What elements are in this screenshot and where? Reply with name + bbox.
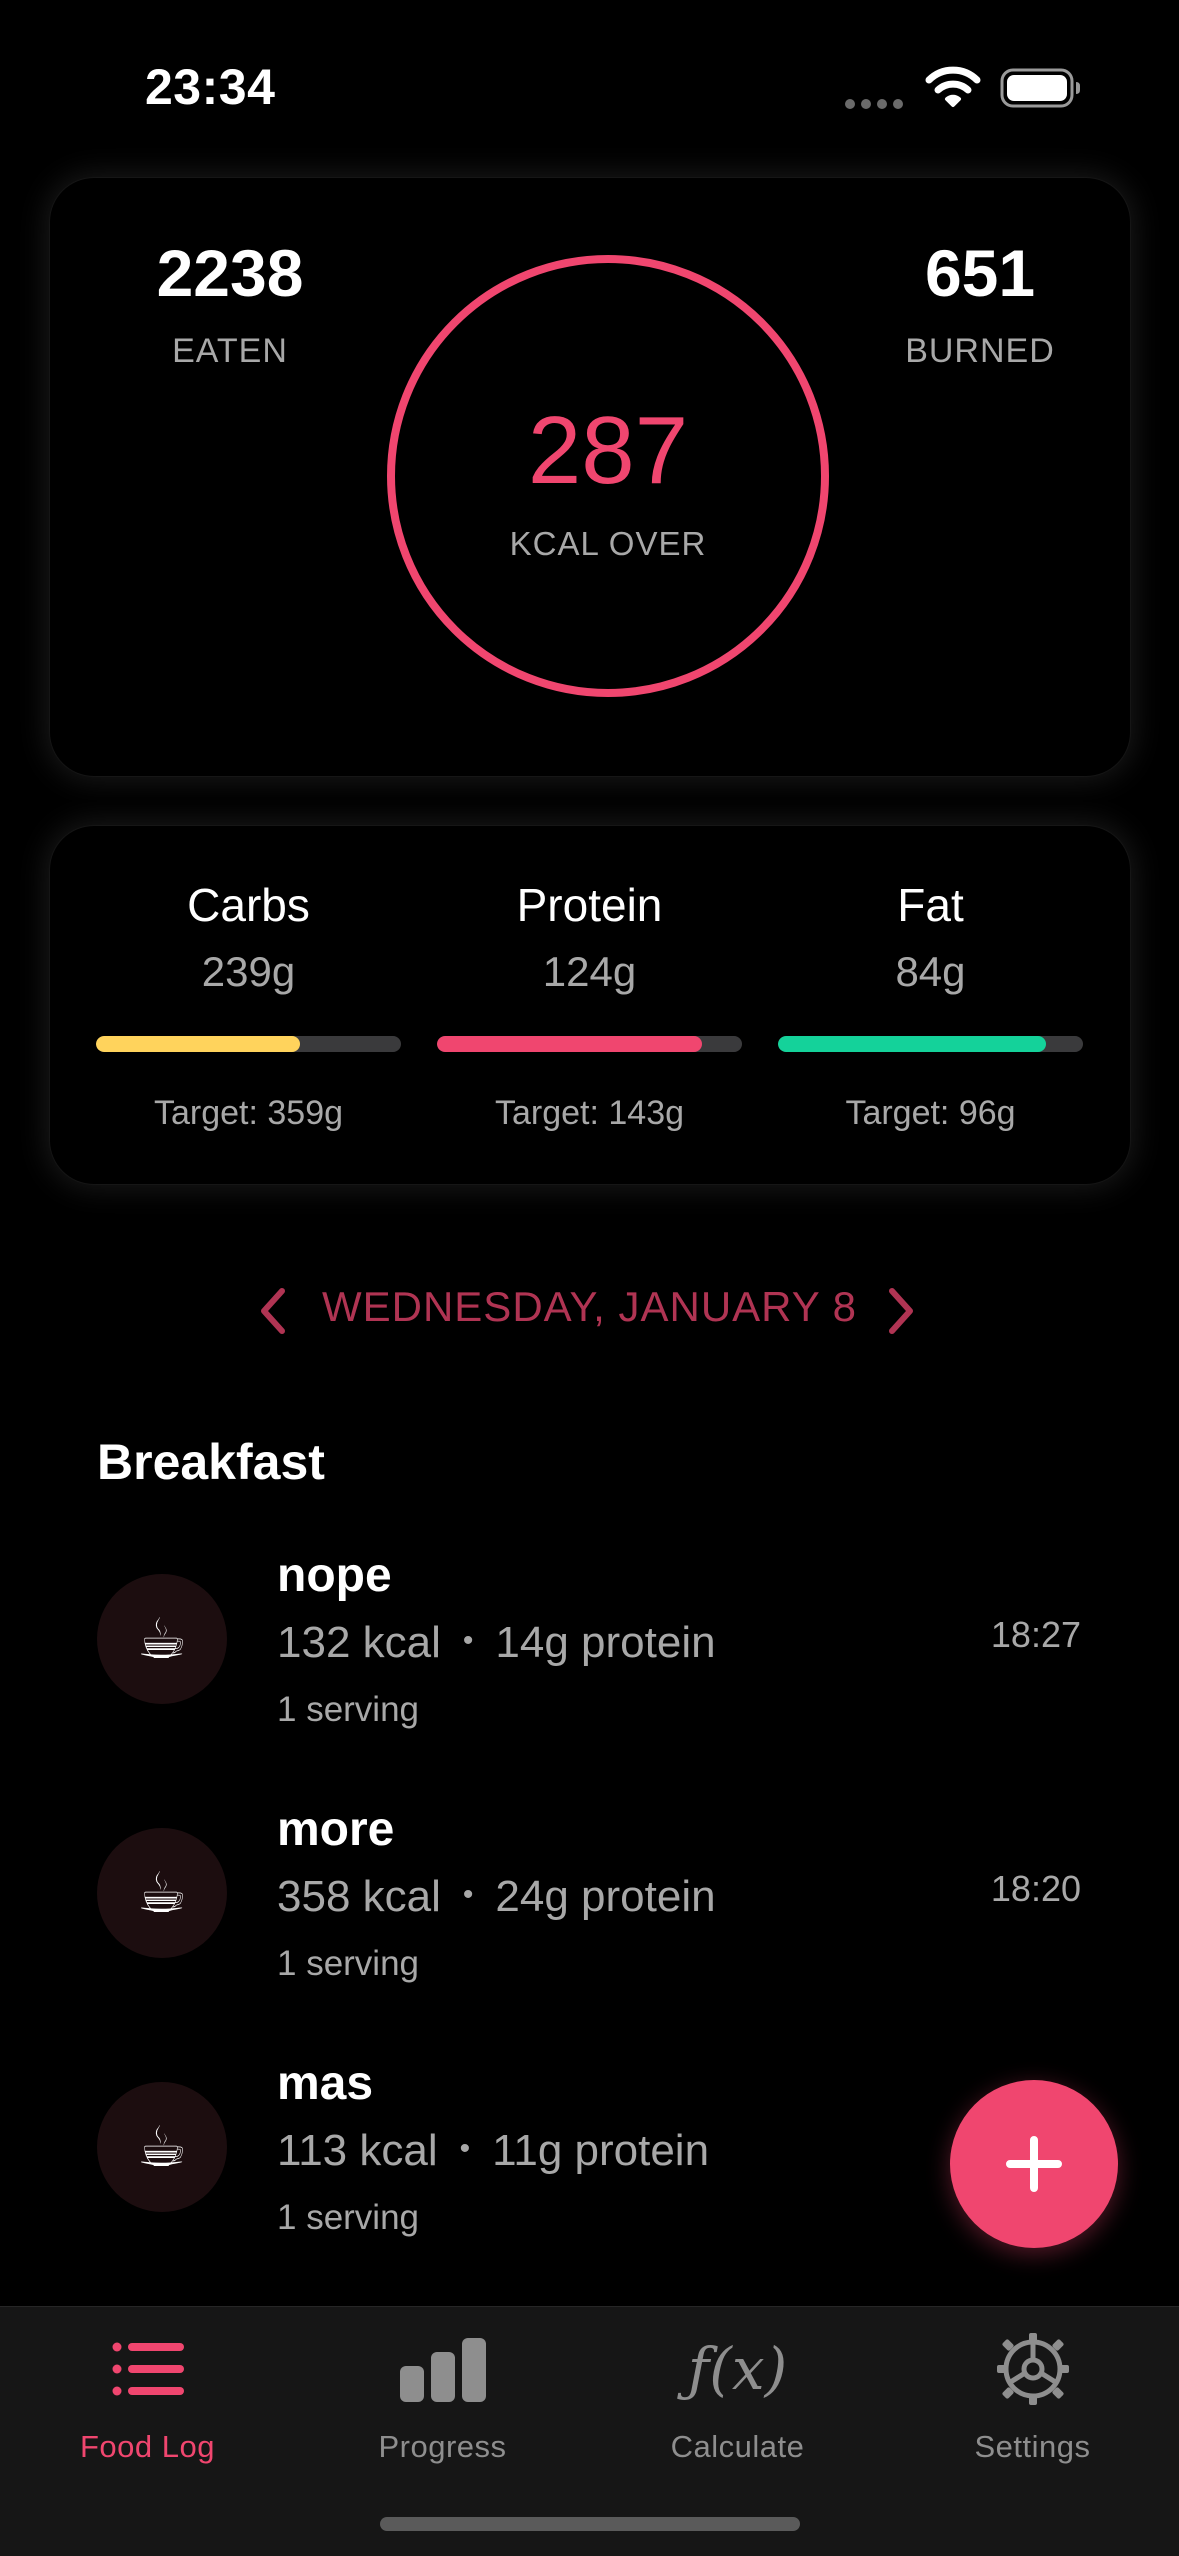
tab-settings[interactable]: Settings [885,2307,1179,2507]
food-time: 18:27 [990,1614,1081,1655]
macro-name: Protein [516,879,663,931]
food-serving: 1 serving [277,1690,420,1729]
bar-chart-icon [295,2329,590,2409]
tab-progress[interactable]: Progress [295,2307,590,2507]
next-day-chevron-icon[interactable] [876,1283,926,1339]
tab-label: Food Log [80,2429,215,2464]
date-label[interactable]: WEDNESDAY, JANUARY 8 [0,1283,1179,1331]
macro-amount: 124g [542,948,637,995]
tab-calculate[interactable]: ƒ(x) Calculate [590,2307,885,2507]
food-name: nope [277,1549,392,1602]
macro-amount: 239g [201,948,296,995]
macro-progress-fill [778,1036,1047,1052]
macro-progress-bar [778,1036,1083,1052]
kcal-over-value: 287 [527,397,689,504]
coffee-cup-icon: ☕ [97,1574,227,1704]
signal-icon [845,96,909,114]
food-kcal: 358 kcal [277,1872,441,1921]
coffee-cup-icon: ☕ [97,1828,227,1958]
macro-progress-fill [437,1036,703,1052]
burned-label: BURNED [905,332,1055,370]
separator-dot: • [459,2132,471,2166]
macro-name: Carbs [187,879,310,931]
food-name: more [277,1803,395,1856]
food-nutrition: 358 kcal • 24g protein [277,1872,716,1922]
coffee-cup-icon: ☕ [97,2082,227,2212]
macro-progress-bar [96,1036,401,1052]
status-bar: 23:34 [0,0,1179,170]
eaten-value: 2238 [156,236,304,310]
food-name: mas [277,2057,374,2110]
food-kcal: 113 kcal [277,2126,438,2175]
food-protein: 14g protein [495,1618,716,1667]
macro-name: Fat [897,879,964,931]
meal-section-title: Breakfast [97,1434,325,1490]
food-protein: 11g protein [492,2126,710,2175]
wifi-icon [925,66,981,107]
food-entry[interactable]: ☕ more 358 kcal • 24g protein 1 serving 18… [0,1794,1179,1994]
food-nutrition: 132 kcal • 14g protein [277,1618,716,1668]
macro-amount: 84g [895,948,966,995]
macro-target: Target: 96g [845,1094,1016,1132]
food-serving: 1 serving [277,1944,420,1983]
burned-value: 651 [924,236,1036,310]
macro-target: Target: 143g [494,1094,685,1132]
food-time: 18:20 [990,1868,1081,1909]
function-icon: ƒ(x) [590,2329,885,2409]
food-protein: 24g protein [495,1872,716,1921]
tab-label: Calculate [670,2429,805,2464]
add-food-button[interactable] [950,2080,1118,2248]
status-time: 23:34 [145,59,276,115]
separator-dot: • [462,1878,474,1912]
separator-dot: • [462,1624,474,1658]
date-navigator: WEDNESDAY, JANUARY 8 [0,1275,1179,1345]
fx-glyph: ƒ(x) [687,2335,788,2403]
list-icon [0,2329,295,2409]
macros-card: Carbs 239g Target: 359g Protein 124g Tar… [50,826,1130,1184]
plus-icon [1006,2136,1062,2192]
food-serving: 1 serving [277,2198,420,2237]
calorie-ring: 287 KCAL OVER [387,255,829,697]
tab-label: Settings [974,2429,1091,2464]
battery-icon [1000,68,1080,108]
gear-icon [885,2329,1179,2409]
macro-progress-fill [96,1036,301,1052]
home-indicator [380,2517,800,2531]
tab-bar: Food Log Progress ƒ(x) Calculate Setting… [0,2306,1179,2556]
food-kcal: 132 kcal [277,1618,441,1667]
food-entry[interactable]: ☕ nope 132 kcal • 14g protein 1 serving 18… [0,1540,1179,1740]
kcal-over-label: KCAL OVER [509,525,707,562]
macro-target: Target: 359g [153,1094,344,1132]
tab-label: Progress [378,2429,507,2464]
tab-food-log[interactable]: Food Log [0,2307,295,2507]
macro-progress-bar [437,1036,742,1052]
burned-stat: 651 BURNED [850,240,1110,371]
eaten-label: EATEN [172,332,288,370]
eaten-stat: 2238 EATEN [100,240,360,371]
food-nutrition: 113 kcal • 11g protein [277,2126,709,2176]
